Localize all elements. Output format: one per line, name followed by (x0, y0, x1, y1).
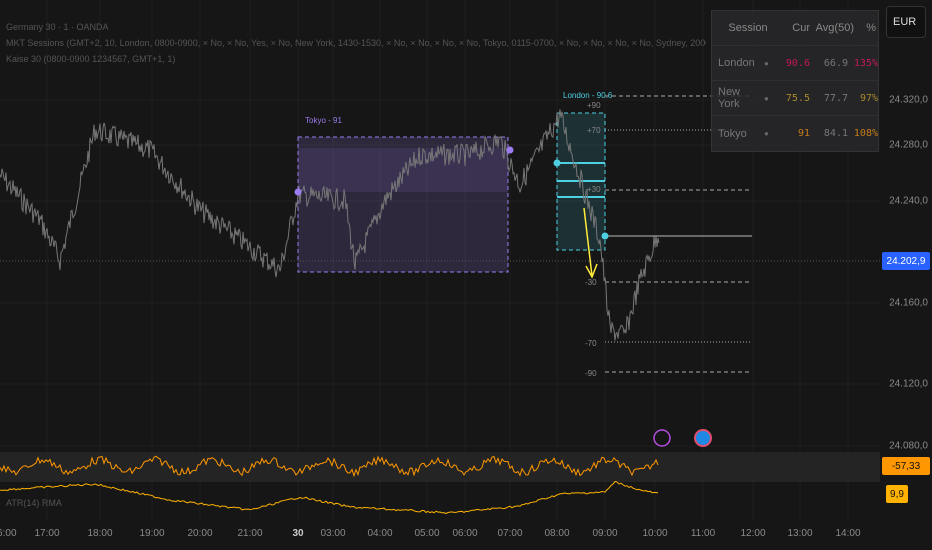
time-label: 21:00 (237, 528, 263, 539)
session-cur: 90.6 (785, 57, 810, 69)
header-avg: Avg(50) (815, 22, 854, 34)
time-label: 03:00 (320, 528, 346, 539)
time-label: 13:00 (787, 528, 813, 539)
price-label: 24.320,0 (889, 94, 928, 106)
session-avg: 84.1 (823, 128, 848, 139)
price-label: 24.280,0 (889, 139, 928, 151)
lightning-event-icon (653, 429, 671, 447)
time-label: 14:00 (835, 528, 861, 539)
table-row: New York ● 75.5 77.7 97% (712, 81, 878, 116)
level-label: +90 (587, 101, 601, 110)
table-row: Tokyo ● 91 84.1 108% (712, 116, 878, 151)
session-cur: 75.5 (785, 92, 810, 104)
session-avg: 77.7 (823, 92, 848, 104)
currency-button[interactable]: EUR (886, 6, 926, 38)
session-name: Tokyo (718, 127, 747, 140)
oscillator-value-badge: -57,33 (882, 457, 930, 475)
indicator-legend-kaise[interactable]: Kaise 30 (0800-0900 1234567, GMT+1, 1) (6, 54, 175, 64)
session-marker (294, 188, 302, 196)
session-avg: 66.9 (823, 57, 848, 69)
session-pct: 108% (853, 128, 878, 139)
level-label: -30 (585, 278, 597, 287)
session-cur: 91 (797, 128, 810, 139)
table-header: Session Cur Avg(50) % (712, 11, 878, 46)
price-label: 24.160,0 (889, 297, 928, 309)
time-label: 09:00 (592, 528, 618, 539)
time-label: 07:00 (497, 528, 523, 539)
session-marker (506, 146, 514, 154)
dot-icon: ● (764, 129, 769, 138)
price-label: 24.240,0 (889, 195, 928, 207)
level-label: -90 (585, 369, 597, 378)
session-name: London (718, 57, 755, 69)
pane2-legend[interactable]: ATR(14) RMA (6, 498, 62, 508)
session-stats-table: Session Cur Avg(50) % London ● 90.6 66.9… (711, 10, 879, 152)
atr-line (0, 481, 659, 515)
table-row: London ● 90.6 66.9 135% (712, 46, 878, 81)
pane2-value-badge: 9,9 (886, 485, 908, 503)
current-price-badge: 24.202,9 (882, 252, 930, 270)
time-label: 10:00 (642, 528, 668, 539)
time-label: 05:00 (414, 528, 440, 539)
price-label: 24.120,0 (889, 378, 928, 390)
session-marker (553, 159, 561, 167)
header-cur: Cur (792, 22, 810, 34)
time-label: 06:00 (452, 528, 478, 539)
dot-icon: ● (764, 93, 769, 103)
session-pct: 135% (853, 57, 878, 69)
time-label: 17:00 (34, 528, 60, 539)
economic-event-icon (694, 429, 712, 447)
oscillator-pane (0, 452, 880, 480)
time-label: 11:00 (690, 528, 716, 539)
time-label: 16:00 (0, 528, 17, 539)
time-label: 04:00 (367, 528, 393, 539)
time-label: 20:00 (187, 528, 213, 539)
symbol-legend[interactable]: Germany 30 · 1 · OANDA (6, 22, 109, 32)
level-label: +30 (587, 185, 601, 194)
dot-icon: ● (764, 58, 769, 68)
session-marker (601, 232, 609, 240)
header-session: Session (728, 22, 768, 34)
header-pct: % (866, 22, 876, 34)
time-label: 08:00 (544, 528, 570, 539)
time-axis[interactable]: 16:00 17:00 18:00 19:00 20:00 21:00 30 0… (0, 520, 932, 550)
tokyo-box-label: Tokyo - 91 (305, 116, 342, 125)
london-box-label: London - 90.6 (563, 91, 613, 100)
price-label: 24.080,0 (889, 440, 928, 452)
level-label: +70 (587, 126, 601, 135)
indicator-legend-sessions[interactable]: MKT Sessions (GMT+2, 10, London, 0800-09… (6, 38, 706, 48)
session-name: New York (718, 86, 741, 110)
time-label: 19:00 (139, 528, 165, 539)
time-label: 18:00 (87, 528, 113, 539)
time-label: 30 (292, 528, 304, 539)
session-pct: 97% (859, 92, 878, 104)
level-label: -70 (585, 339, 597, 348)
time-label: 12:00 (740, 528, 766, 539)
